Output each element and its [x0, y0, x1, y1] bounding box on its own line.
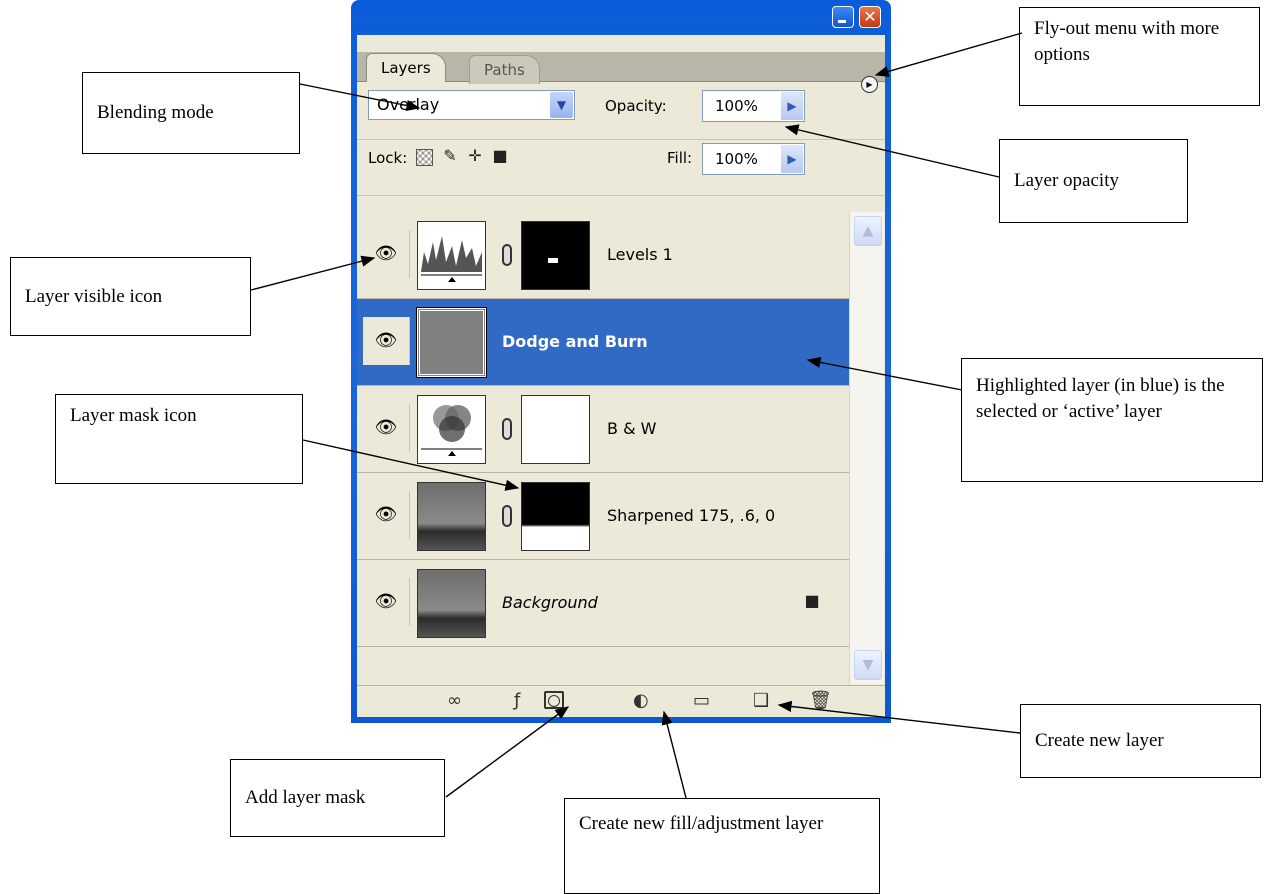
annotation-arrows: [250, 32, 1023, 799]
arrow-new-layer: [777, 700, 1021, 734]
arrow-opacity: [784, 124, 1000, 178]
arrow-add-mask: [445, 706, 570, 798]
arrow-fill-adjustment: [661, 710, 687, 799]
arrow-blending: [299, 83, 421, 111]
arrow-highlighted: [806, 356, 963, 391]
arrow-flyout: [874, 32, 1023, 77]
arrow-mask-icon: [302, 439, 520, 491]
arrow-visible: [250, 255, 376, 291]
